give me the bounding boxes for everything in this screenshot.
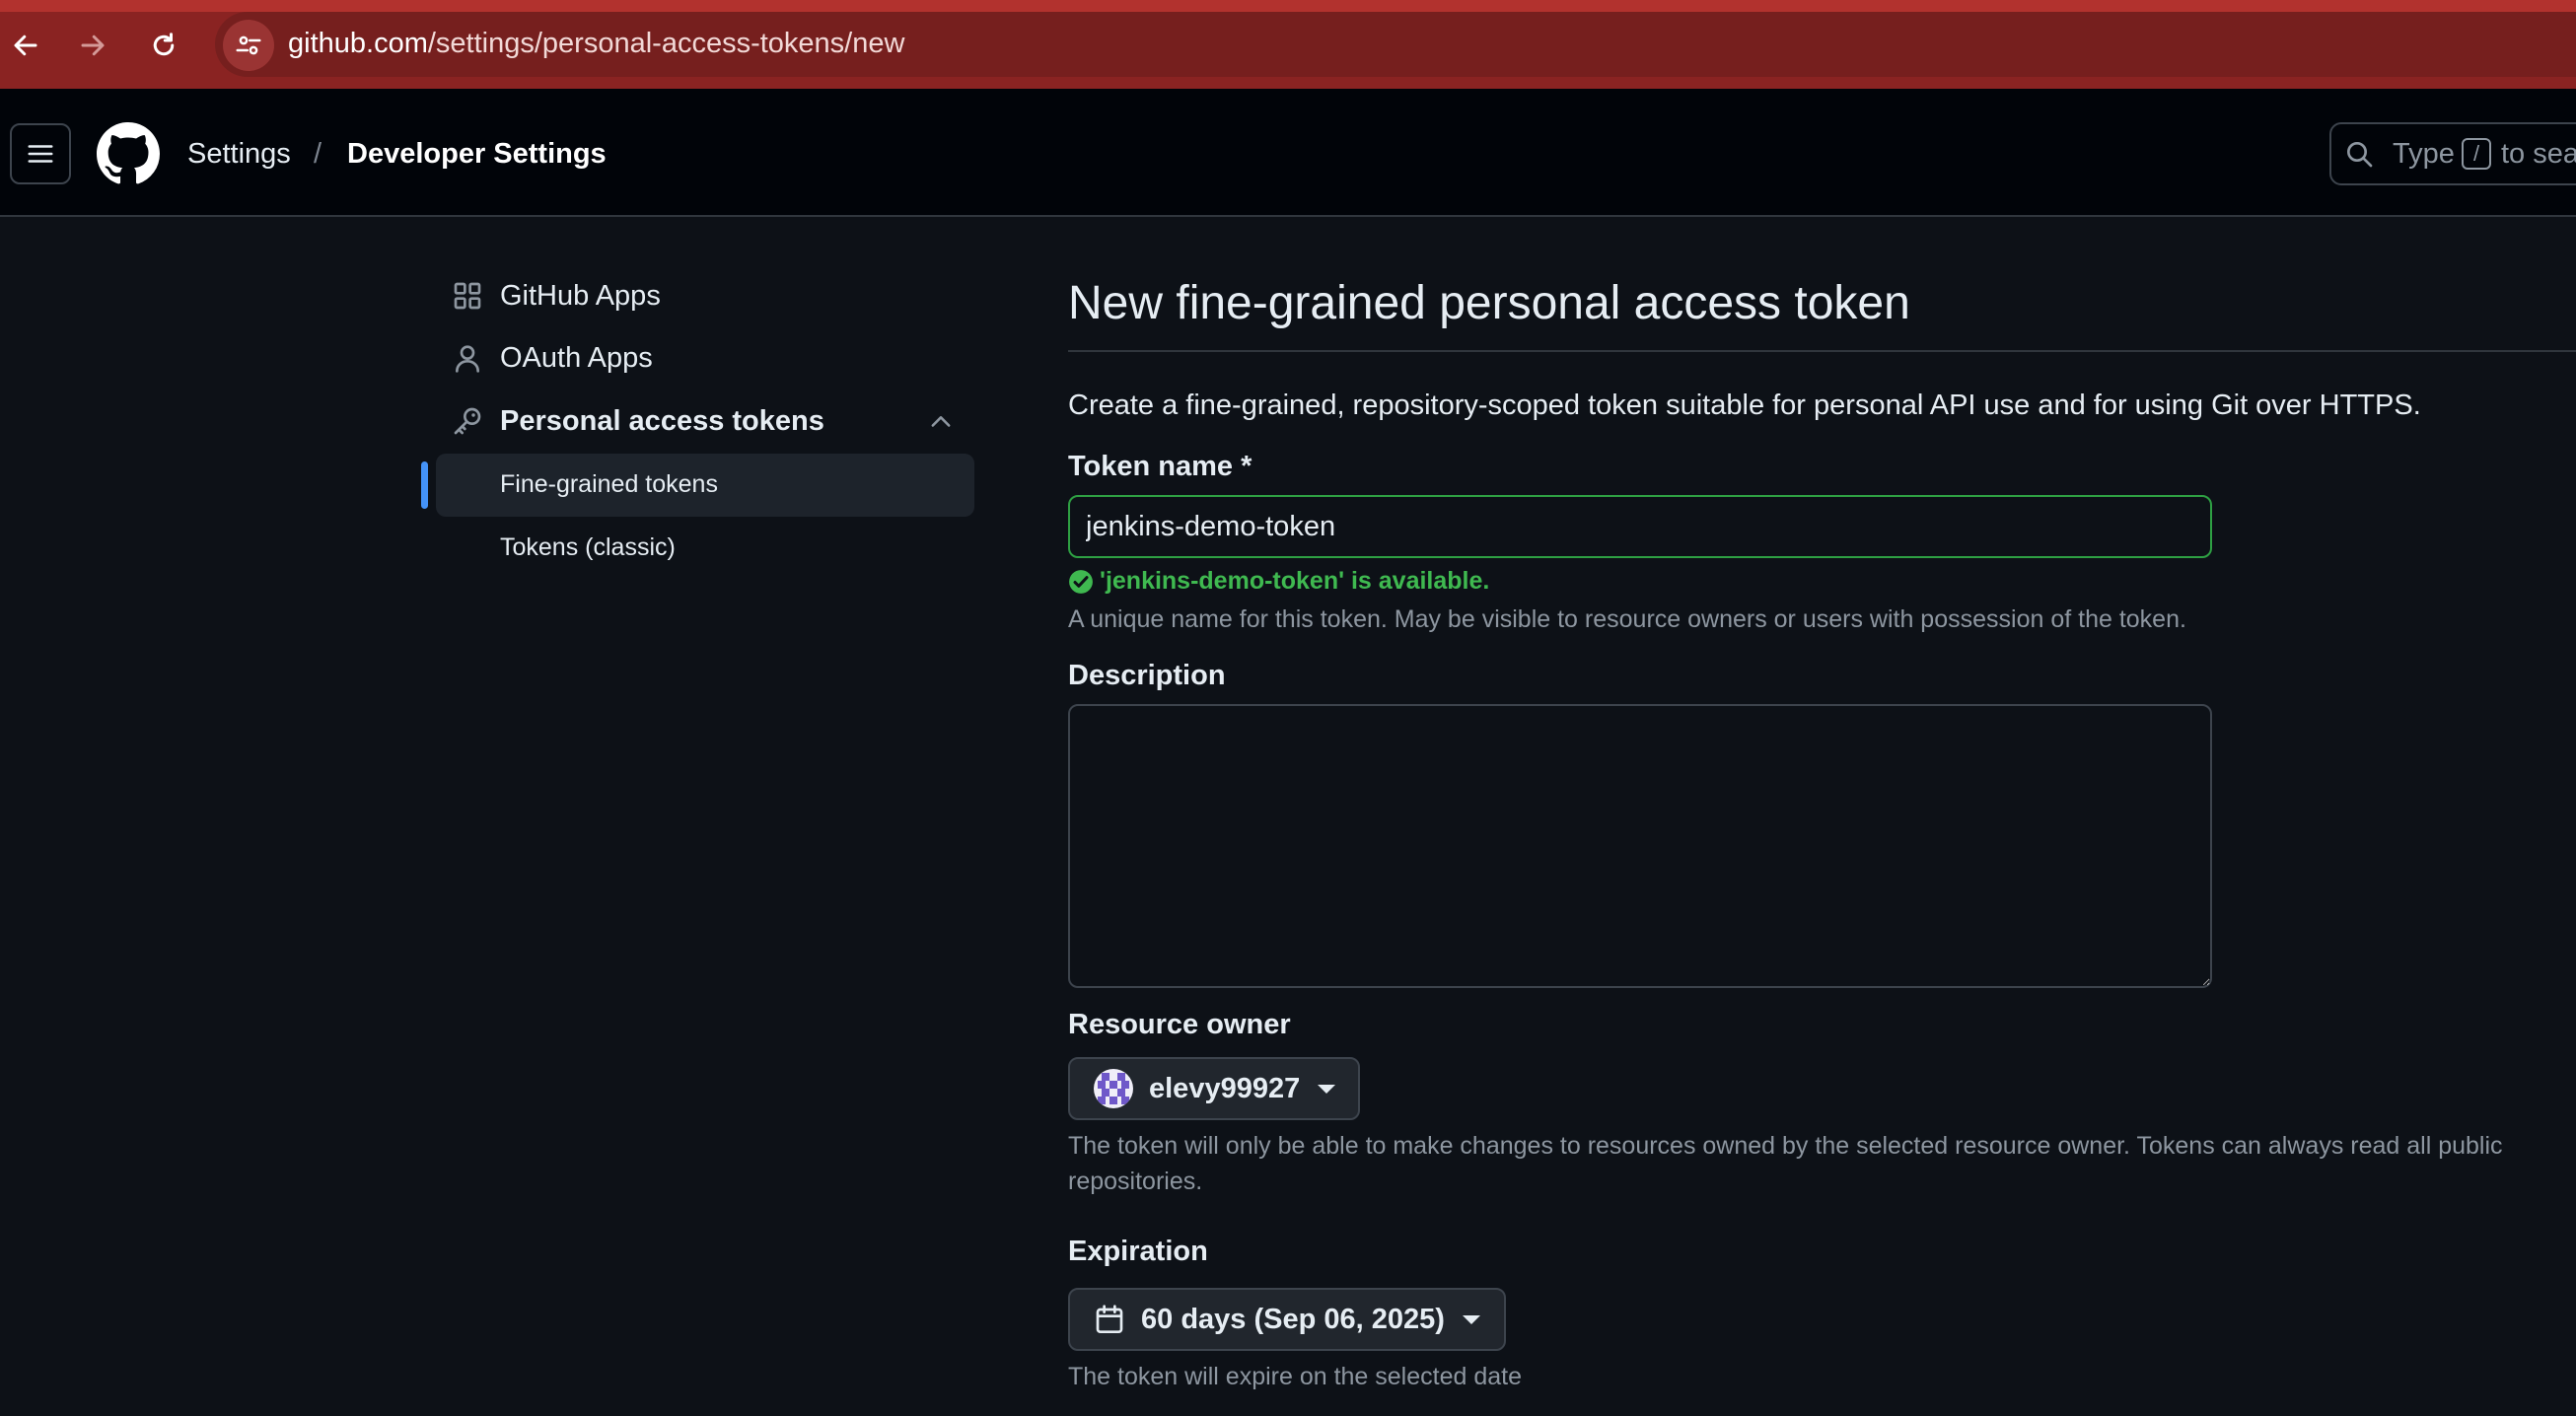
chevron-up-icon[interactable] bbox=[927, 408, 955, 436]
token-name-label: Token name * bbox=[1068, 451, 1252, 482]
reload-button[interactable] bbox=[138, 20, 189, 71]
url-text[interactable]: github.com/settings/personal-access-toke… bbox=[288, 24, 904, 63]
sidebar-item-personal-access-tokens[interactable]: Personal access tokens bbox=[500, 401, 824, 441]
description-label: Description bbox=[1068, 660, 1226, 691]
resource-owner-note-line-2: repositories. bbox=[1068, 1168, 1203, 1195]
token-name-note: A unique name for this token. May be vis… bbox=[1068, 605, 2186, 633]
site-info-button[interactable] bbox=[223, 20, 274, 71]
apps-icon bbox=[454, 282, 481, 310]
breadcrumb-settings[interactable]: Settings bbox=[187, 134, 291, 174]
url-host: github.com bbox=[288, 28, 428, 59]
check-circle-icon bbox=[1069, 570, 1093, 594]
sidebar-item-oauth-apps[interactable]: OAuth Apps bbox=[500, 338, 653, 378]
breadcrumb-developer-settings[interactable]: Developer Settings bbox=[347, 134, 607, 174]
resource-owner-select[interactable]: elevy99927 bbox=[1068, 1057, 1360, 1120]
sidebar-subitem-label: Fine-grained tokens bbox=[500, 470, 718, 498]
search-placeholder-suffix: to sea bbox=[2501, 138, 2576, 170]
search-icon bbox=[2347, 142, 2373, 168]
expiration-label: Expiration bbox=[1068, 1236, 1208, 1267]
browser-tab-strip bbox=[0, 0, 2576, 12]
github-logo-icon[interactable] bbox=[97, 122, 160, 185]
avatar bbox=[1094, 1069, 1133, 1108]
back-button[interactable] bbox=[0, 20, 51, 71]
reload-icon bbox=[153, 33, 175, 56]
global-nav-menu-button[interactable] bbox=[10, 123, 71, 184]
search-shortcut-key: / bbox=[2462, 138, 2491, 170]
caret-down-icon bbox=[1318, 1084, 1336, 1094]
page-title: New fine-grained personal access token bbox=[1068, 277, 1910, 329]
key-icon bbox=[454, 407, 481, 435]
arrow-right-icon bbox=[81, 35, 105, 56]
title-divider bbox=[1068, 350, 2576, 352]
page-intro: Create a fine-grained, repository-scoped… bbox=[1068, 389, 2421, 421]
token-name-input[interactable] bbox=[1068, 495, 2212, 558]
token-name-availability: 'jenkins-demo-token' is available. bbox=[1100, 567, 1490, 595]
expiration-value: 60 days (Sep 06, 2025) bbox=[1141, 1303, 1445, 1335]
search-placeholder-prefix: Type bbox=[2393, 138, 2455, 170]
sidebar-item-github-apps[interactable]: GitHub Apps bbox=[500, 276, 661, 316]
sidebar-subitem-tokens-classic[interactable]: Tokens (classic) bbox=[500, 530, 676, 565]
person-icon bbox=[456, 345, 479, 373]
hamburger-icon bbox=[28, 145, 53, 163]
forward-button[interactable] bbox=[67, 20, 118, 71]
active-item-indicator bbox=[421, 461, 428, 509]
resource-owner-note-line-1: The token will only be able to make chan… bbox=[1068, 1132, 2503, 1160]
tune-icon bbox=[236, 35, 261, 55]
url-path: /settings/personal-access-tokens/new bbox=[427, 28, 905, 59]
resource-owner-label: Resource owner bbox=[1068, 1009, 1291, 1040]
expiration-select[interactable]: 60 days (Sep 06, 2025) bbox=[1068, 1288, 1506, 1351]
description-textarea[interactable] bbox=[1068, 704, 2212, 988]
expiration-note: The token will expire on the selected da… bbox=[1068, 1363, 1522, 1390]
calendar-icon bbox=[1096, 1305, 1123, 1333]
arrow-left-icon bbox=[14, 35, 37, 56]
resource-owner-value: elevy99927 bbox=[1149, 1072, 1301, 1104]
breadcrumb-separator: / bbox=[314, 138, 322, 170]
caret-down-icon bbox=[1462, 1314, 1480, 1324]
